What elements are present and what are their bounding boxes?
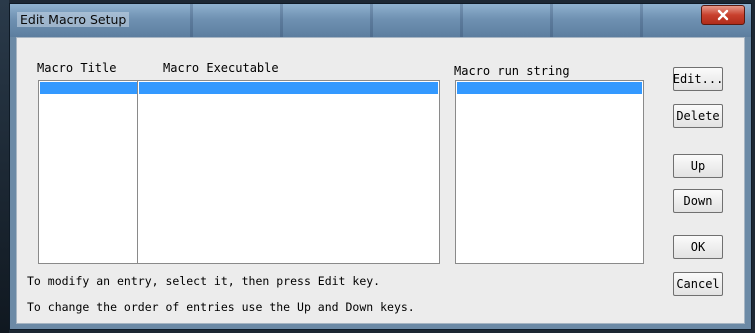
dialog-client-area: Macro Title Macro Executable Macro run s… — [16, 37, 745, 324]
macro-run-string-list[interactable] — [455, 80, 644, 264]
title-bar[interactable]: Edit Macro Setup — [10, 4, 751, 37]
desktop-backdrop — [0, 0, 9, 333]
window-title: Edit Macro Setup — [17, 12, 130, 27]
macro-executable-selected-row[interactable] — [139, 82, 438, 94]
close-icon — [717, 9, 729, 21]
edit-button[interactable]: Edit... — [673, 67, 723, 91]
cancel-button[interactable]: Cancel — [673, 272, 723, 296]
down-button[interactable]: Down — [673, 189, 723, 213]
ok-button[interactable]: OK — [673, 235, 723, 259]
hint-modify: To modify an entry, select it, then pres… — [27, 274, 381, 288]
macro-executable-label: Macro Executable — [163, 61, 279, 75]
macro-title-list[interactable] — [38, 80, 152, 264]
delete-button[interactable]: Delete — [673, 104, 723, 128]
up-button[interactable]: Up — [673, 154, 723, 178]
macro-title-label: Macro Title — [37, 61, 117, 75]
macro-executable-list[interactable] — [137, 80, 440, 264]
edit-macro-setup-dialog: Edit Macro Setup Macro Title Macro Execu… — [9, 3, 752, 330]
macro-run-string-label: Macro run string — [454, 64, 570, 78]
macro-title-selected-row[interactable] — [40, 82, 150, 94]
hint-reorder: To change the order of entries use the U… — [27, 300, 415, 314]
close-button[interactable] — [701, 5, 745, 25]
macro-run-string-selected-row[interactable] — [457, 82, 642, 94]
